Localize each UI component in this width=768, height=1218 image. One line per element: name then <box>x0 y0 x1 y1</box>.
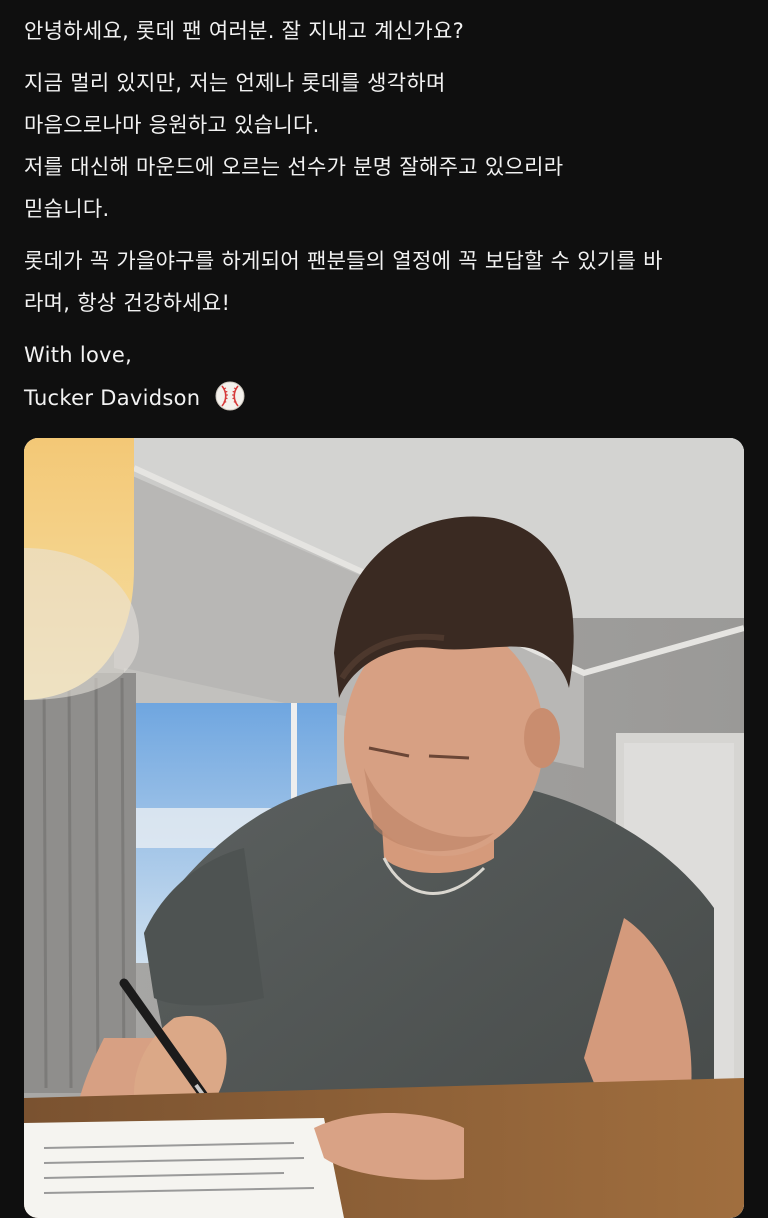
baseball-icon <box>215 381 245 411</box>
paragraph1-line-4: 믿습니다. <box>24 197 110 221</box>
paragraph2-line-2: 라며, 항상 건강하세요! <box>24 291 231 315</box>
signature-line: Tucker Davidson <box>24 376 749 418</box>
paragraph1-line-3: 저를 대신해 마운드에 오르는 선수가 분명 잘해주고 있으리라 <box>24 155 564 179</box>
paragraph2-line-1: 롯데가 꼭 가을야구를 하게되어 팬분들의 열정에 꼭 보답할 수 있기를 바 <box>24 249 663 273</box>
paragraph1-line-2: 마음으로나마 응원하고 있습니다. <box>24 113 320 137</box>
paragraph1-line-1: 지금 멀리 있지만, 저는 언제나 롯데를 생각하며 <box>24 71 446 95</box>
post-photo[interactable] <box>24 438 744 1218</box>
greeting-line: 안녕하세요, 롯데 팬 여러분. 잘 지내고 계신가요? <box>24 19 465 43</box>
closing-line: With love, <box>24 343 133 367</box>
post-text: 안녕하세요, 롯데 팬 여러분. 잘 지내고 계신가요? 지금 멀리 있지만, … <box>24 10 749 418</box>
post: 안녕하세요, 롯데 팬 여러분. 잘 지내고 계신가요? 지금 멀리 있지만, … <box>0 0 768 1218</box>
signature-name: Tucker Davidson <box>24 386 201 410</box>
man-signing-document-photo <box>24 438 744 1218</box>
